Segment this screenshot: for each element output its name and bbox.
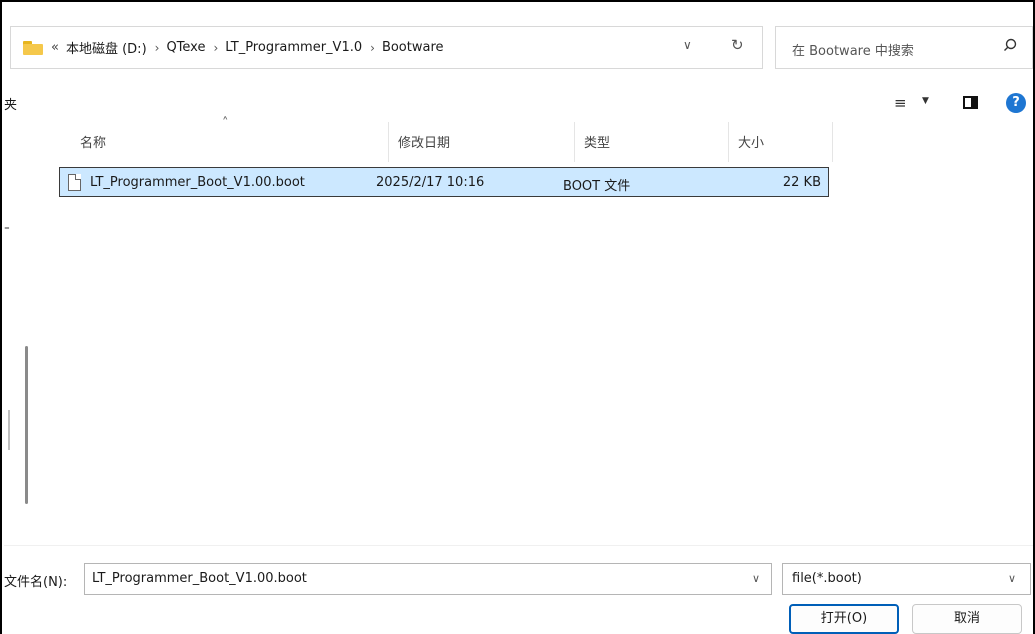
view-dropdown-icon[interactable]: ▼ <box>922 96 929 106</box>
nav-scrollbar[interactable] <box>25 346 28 504</box>
column-divider[interactable] <box>832 122 833 162</box>
breadcrumb-separator[interactable]: › <box>155 41 160 55</box>
breadcrumb-separator[interactable]: › <box>370 41 375 55</box>
file-type-filter-select[interactable]: file(*.boot) <box>782 563 1031 595</box>
column-divider[interactable] <box>728 122 729 162</box>
search-icon[interactable] <box>1002 37 1018 53</box>
open-button[interactable]: 打开(O) <box>789 604 899 634</box>
address-bar[interactable]: « 本地磁盘 (D:) › QTexe › LT_Programmer_V1.0… <box>10 26 763 69</box>
file-size: 22 KB <box>782 175 821 190</box>
help-icon[interactable]: ? <box>1006 93 1026 113</box>
nav-splitter[interactable] <box>8 410 10 450</box>
dialog-footer: 文件名(N): LT_Programmer_Boot_V1.00.boot ∨ … <box>4 545 1033 634</box>
column-header-name[interactable]: 名称 <box>80 132 106 151</box>
table-row[interactable]: LT_Programmer_Boot_V1.00.boot 2025/2/17 … <box>59 167 829 197</box>
file-modified: 2025/2/17 10:16 <box>376 175 485 190</box>
column-divider[interactable] <box>574 122 575 162</box>
filename-label: 文件名(N): <box>4 575 68 590</box>
filename-dropdown-icon[interactable]: ∨ <box>752 572 760 585</box>
command-bar: 夹 ≡ ▼ ? <box>4 88 1033 118</box>
file-name: LT_Programmer_Boot_V1.00.boot <box>90 175 305 190</box>
view-menu-icon[interactable]: ≡ <box>894 94 907 112</box>
filename-input[interactable]: LT_Programmer_Boot_V1.00.boot <box>84 563 772 595</box>
nav-item-partial[interactable]: ⁼ <box>4 223 10 236</box>
column-divider[interactable] <box>388 122 389 162</box>
address-history-dropdown-icon[interactable]: ∨ <box>683 38 692 52</box>
breadcrumb-qtexe[interactable]: QTexe <box>166 40 205 55</box>
breadcrumb-lt-programmer[interactable]: LT_Programmer_V1.0 <box>225 40 362 55</box>
preview-pane-icon[interactable] <box>963 96 978 109</box>
folder-icon <box>23 40 43 55</box>
file-list: ˄ 名称 修改日期 类型 大小 LT_Programmer_Boot_V1.00… <box>36 116 1033 545</box>
address-row: « 本地磁盘 (D:) › QTexe › LT_Programmer_V1.0… <box>4 4 1033 88</box>
search-input[interactable]: 在 Bootware 中搜索 <box>792 40 914 59</box>
cancel-button[interactable]: 取消 <box>912 604 1022 634</box>
column-header-type[interactable]: 类型 <box>584 132 610 151</box>
breadcrumb-bootware[interactable]: Bootware <box>382 40 444 55</box>
sort-ascending-icon: ˄ <box>222 116 229 131</box>
search-box[interactable]: 在 Bootware 中搜索 <box>775 26 1033 69</box>
breadcrumb-overflow-chevron[interactable]: « <box>51 40 59 55</box>
file-icon <box>68 174 81 191</box>
navigation-pane: ⁼ <box>4 118 36 545</box>
column-header-size[interactable]: 大小 <box>738 132 764 151</box>
breadcrumb-drive[interactable]: 本地磁盘 (D:) <box>66 38 147 57</box>
filter-dropdown-icon[interactable]: ∨ <box>1008 572 1016 585</box>
refresh-icon[interactable]: ↻ <box>731 36 744 54</box>
file-type: BOOT 文件 <box>563 179 631 194</box>
new-folder-button[interactable]: 夹 <box>4 94 17 113</box>
column-header-modified[interactable]: 修改日期 <box>398 132 450 151</box>
file-open-dialog: « 本地磁盘 (D:) › QTexe › LT_Programmer_V1.0… <box>0 0 1035 634</box>
breadcrumb-separator[interactable]: › <box>213 41 218 55</box>
